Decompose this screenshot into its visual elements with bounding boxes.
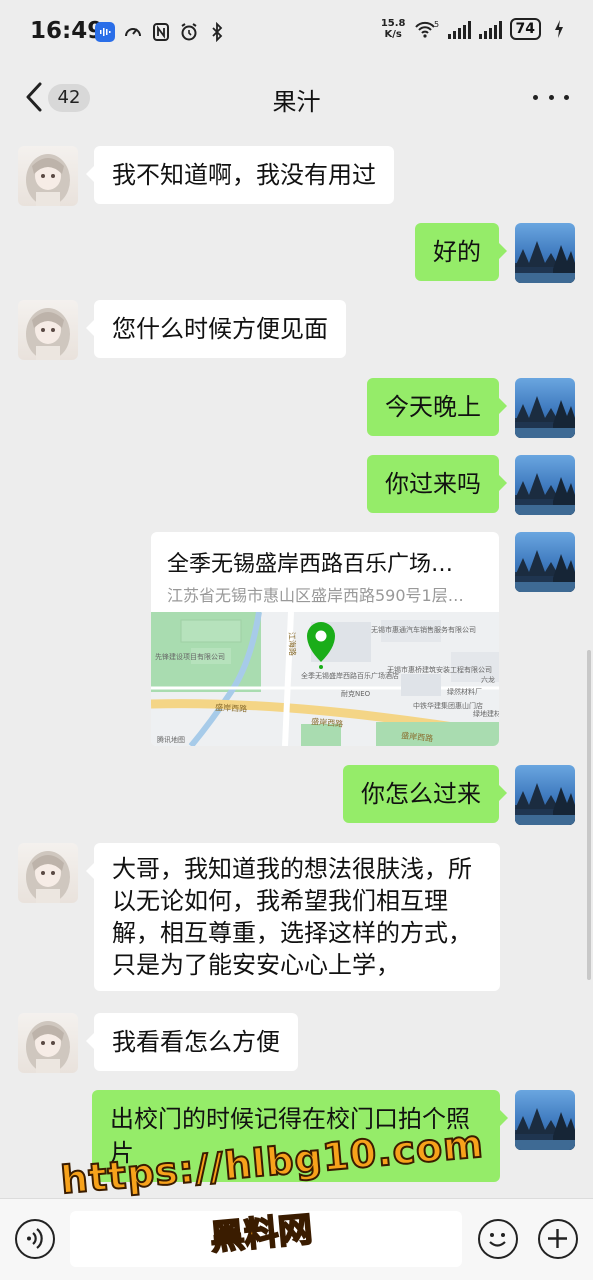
- scrollbar[interactable]: [587, 650, 591, 980]
- message-bubble[interactable]: 我看看怎么方便: [86, 1013, 298, 1071]
- chat-title: 果汁: [272, 88, 321, 116]
- svg-text:绿地建材: 绿地建材: [473, 709, 499, 718]
- signal-icon: [447, 19, 471, 39]
- user-avatar[interactable]: [515, 378, 575, 438]
- user-avatar[interactable]: [515, 1090, 575, 1150]
- svg-text:江海路: 江海路: [287, 632, 298, 656]
- svg-text:无锡市惠通汽车销售服务有限公司: 无锡市惠通汽车销售服务有限公司: [371, 625, 476, 634]
- contact-avatar[interactable]: [18, 843, 78, 903]
- alarm-icon: [179, 22, 199, 42]
- plus-icon[interactable]: [538, 1219, 578, 1259]
- user-avatar[interactable]: [515, 455, 575, 515]
- chat-header: 42 果汁: [0, 68, 593, 128]
- message-bubble[interactable]: 好的: [415, 223, 507, 281]
- contact-avatar[interactable]: [18, 146, 78, 206]
- nfc-icon: [151, 22, 171, 42]
- location-title: 全季无锡盛岸西路百乐广场…: [167, 552, 454, 577]
- svg-text:5: 5: [434, 20, 439, 29]
- voice-icon[interactable]: [15, 1219, 55, 1259]
- watermark-name: 黑料网: [208, 1209, 315, 1260]
- message-bubble[interactable]: 大哥，我知道我的想法很肤浅，所以无论如何，我希望我们相互理解，相互尊重，选择这样…: [86, 843, 500, 991]
- status-bar: 16:49 15.8 K/s 5 74: [0, 0, 593, 68]
- location-address: 江苏省无锡市惠山区盛岸西路590号1层…: [167, 586, 464, 605]
- charging-icon: [549, 19, 569, 39]
- svg-text:全季无锡盛岸西路百乐广场酒店: 全季无锡盛岸西路百乐广场酒店: [301, 671, 399, 680]
- svg-text:盛岸西路: 盛岸西路: [215, 702, 247, 714]
- message-bubble[interactable]: 今天晚上: [367, 378, 507, 436]
- emoji-icon[interactable]: [478, 1219, 518, 1259]
- svg-text:中铁华建集团惠山门店: 中铁华建集团惠山门店: [413, 701, 483, 710]
- svg-text:无锡市惠桥建筑安装工程有限公司: 无锡市惠桥建筑安装工程有限公司: [387, 665, 492, 674]
- svg-text:六龙: 六龙: [481, 675, 495, 684]
- svg-text:耐克NEO: 耐克NEO: [341, 689, 371, 698]
- signal-icon-2: [478, 19, 502, 39]
- svg-text:绿然材料厂: 绿然材料厂: [447, 687, 482, 696]
- message-bubble[interactable]: 你过来吗: [367, 455, 507, 513]
- contact-avatar[interactable]: [18, 1013, 78, 1073]
- user-avatar[interactable]: [515, 532, 575, 592]
- contact-avatar[interactable]: [18, 300, 78, 360]
- svg-text:先锋建设项目有限公司: 先锋建设项目有限公司: [155, 652, 225, 661]
- svg-text:腾讯地图: 腾讯地图: [157, 735, 185, 744]
- location-card[interactable]: 全季无锡盛岸西路百乐广场… 江苏省无锡市惠山区盛岸西路590号1层… 先锋建设项…: [151, 532, 499, 746]
- more-dots-icon[interactable]: [533, 82, 569, 112]
- message-bubble[interactable]: 我不知道啊，我没有用过: [86, 146, 394, 204]
- bluetooth-icon: [207, 22, 227, 42]
- location-map[interactable]: 先锋建设项目有限公司 无锡市惠通汽车销售服务有限公司 无锡市惠桥建筑安装工程有限…: [151, 612, 499, 746]
- user-avatar[interactable]: [515, 765, 575, 825]
- status-time: 16:49: [30, 18, 104, 44]
- watermark: https://hlbg10.com 黑料网: [58, 1121, 486, 1270]
- speed-icon: [123, 22, 143, 42]
- wifi-icon: 5: [414, 19, 440, 39]
- user-avatar[interactable]: [515, 223, 575, 283]
- message-bubble[interactable]: 你怎么过来: [343, 765, 507, 823]
- battery-icon: 74: [509, 18, 541, 40]
- voice-recorder-icon: [95, 22, 115, 42]
- message-bubble[interactable]: 您什么时候方便见面: [86, 300, 346, 358]
- net-speed: 15.8 K/s: [380, 18, 406, 40]
